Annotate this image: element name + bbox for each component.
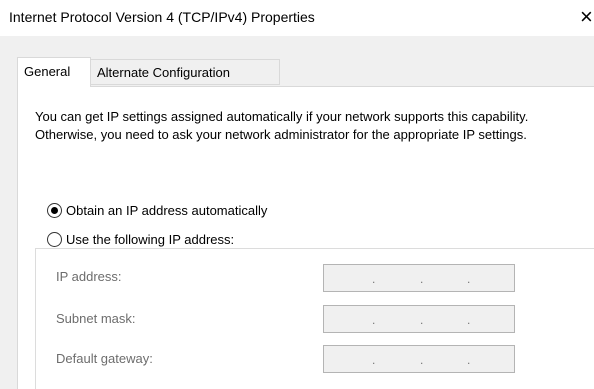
octet-separator: .: [372, 353, 376, 367]
octet-separator: .: [372, 313, 376, 327]
octet-separator: .: [467, 272, 471, 286]
radio-unchecked-icon[interactable]: [47, 232, 62, 247]
use-following-ip-label: Use the following IP address:: [66, 232, 235, 247]
octet-separator: .: [372, 272, 376, 286]
subnet-mask-label: Subnet mask:: [56, 311, 136, 326]
octet-separator: .: [467, 353, 471, 367]
octet-separator: .: [420, 313, 424, 327]
tab-alternate-configuration[interactable]: Alternate Configuration: [91, 59, 280, 85]
subnet-mask-input[interactable]: . . .: [323, 305, 515, 333]
title-bar: Internet Protocol Version 4 (TCP/IPv4) P…: [0, 0, 594, 36]
default-gateway-label: Default gateway:: [56, 351, 153, 366]
tab-general[interactable]: General: [17, 57, 91, 87]
octet-separator: .: [420, 272, 424, 286]
obtain-ip-automatically-label: Obtain an IP address automatically: [66, 203, 268, 218]
window-title: Internet Protocol Version 4 (TCP/IPv4) P…: [9, 9, 315, 25]
ip-address-input[interactable]: . . .: [323, 264, 515, 292]
close-icon[interactable]: ×: [580, 4, 594, 30]
use-following-ip-option[interactable]: Use the following IP address:: [47, 232, 241, 247]
radio-checked-icon[interactable]: [47, 203, 62, 218]
octet-separator: .: [467, 313, 471, 327]
obtain-ip-automatically-option[interactable]: Obtain an IP address automatically: [47, 203, 267, 218]
octet-separator: .: [420, 353, 424, 367]
default-gateway-input[interactable]: . . .: [323, 345, 515, 373]
ip-address-label: IP address:: [56, 269, 122, 284]
description-text: You can get IP settings assigned automat…: [35, 109, 529, 142]
